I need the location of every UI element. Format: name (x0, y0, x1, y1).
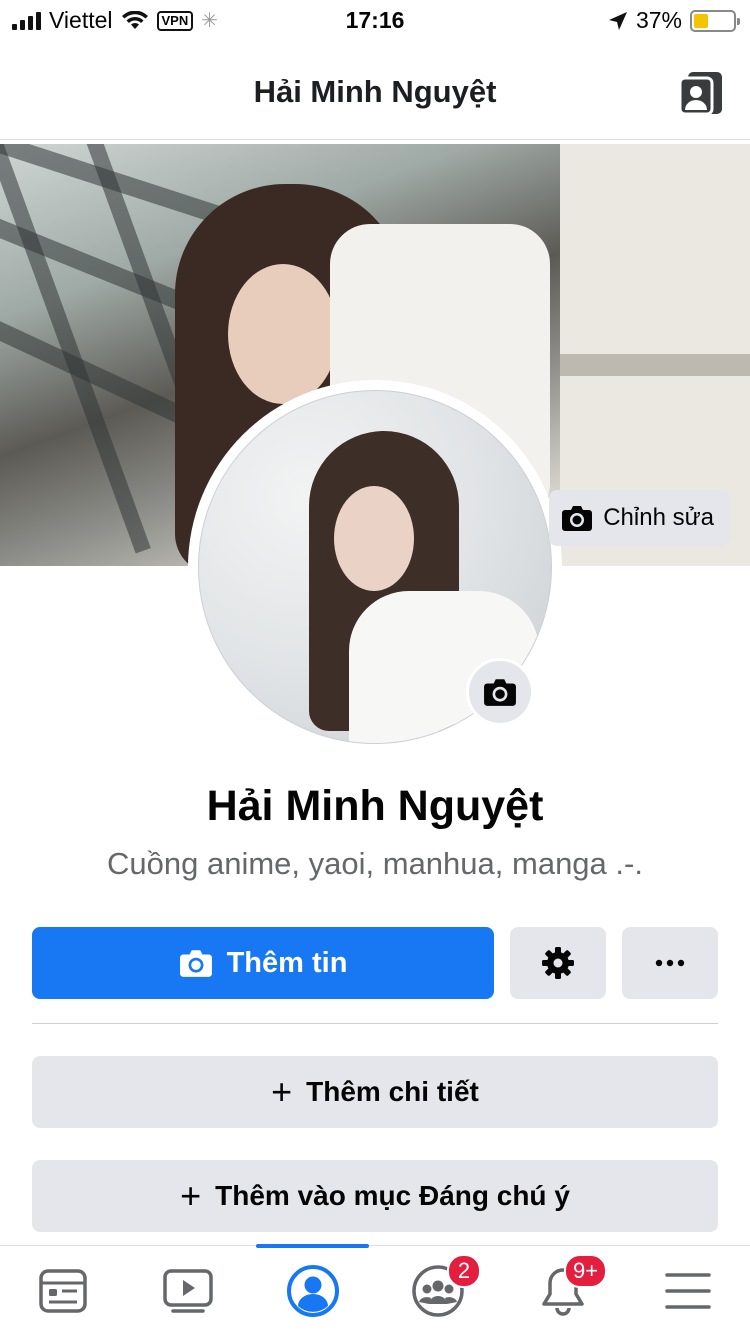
profile-name: Hải Minh Nguyệt (206, 782, 544, 830)
battery-percent: 37% (635, 7, 682, 33)
add-featured-button[interactable]: + Thêm vào mục Đáng chú ý (32, 1160, 718, 1232)
camera-icon (484, 679, 516, 706)
plus-icon: + (180, 1175, 202, 1216)
groups-badge: 2 (447, 1254, 481, 1288)
notifications-badge: 9+ (564, 1254, 608, 1288)
switch-profile-icon[interactable] (676, 68, 726, 118)
status-bar: Viettel VPN ✳ 17:16 37% (0, 0, 750, 40)
more-options-button[interactable] (622, 927, 718, 999)
change-avatar-button[interactable] (466, 658, 534, 726)
section-divider (32, 1023, 718, 1024)
menu-icon (664, 1272, 711, 1309)
status-right: 37% (608, 7, 740, 34)
video-icon (162, 1268, 213, 1313)
settings-button[interactable] (510, 927, 606, 999)
battery-icon (690, 9, 740, 32)
tab-watch[interactable] (125, 1246, 250, 1334)
location-arrow-icon (608, 11, 627, 30)
news-feed-icon (38, 1268, 87, 1313)
add-details-label: Thêm chi tiết (306, 1076, 479, 1107)
avatar-container (188, 380, 562, 754)
profile-bio: Cuồng anime, yaoi, manhua, manga .-. (107, 846, 643, 881)
profile-icon (286, 1264, 339, 1317)
gear-icon (542, 947, 574, 979)
more-dots-icon (655, 959, 685, 967)
tab-news-feed[interactable] (0, 1246, 125, 1334)
tab-menu[interactable] (625, 1246, 750, 1334)
tab-notifications[interactable]: 9+ (500, 1246, 625, 1334)
bottom-tab-bar: 2 9+ (0, 1244, 750, 1334)
tab-groups[interactable]: 2 (375, 1246, 500, 1334)
add-details-button[interactable]: + Thêm chi tiết (32, 1056, 718, 1128)
add-story-label: Thêm tin (226, 946, 348, 979)
edit-cover-button[interactable]: Chỉnh sửa (549, 490, 730, 546)
add-featured-label: Thêm vào mục Đáng chú ý (215, 1180, 570, 1211)
page-title: Hải Minh Nguyệt (253, 74, 497, 109)
tab-profile[interactable] (250, 1246, 375, 1334)
add-story-button[interactable]: Thêm tin (32, 927, 494, 999)
camera-icon (179, 950, 212, 977)
plus-icon: + (271, 1071, 293, 1112)
profile-header: Hải Minh Nguyệt (0, 48, 750, 140)
camera-icon (562, 506, 593, 531)
edit-cover-label: Chỉnh sửa (603, 504, 714, 531)
